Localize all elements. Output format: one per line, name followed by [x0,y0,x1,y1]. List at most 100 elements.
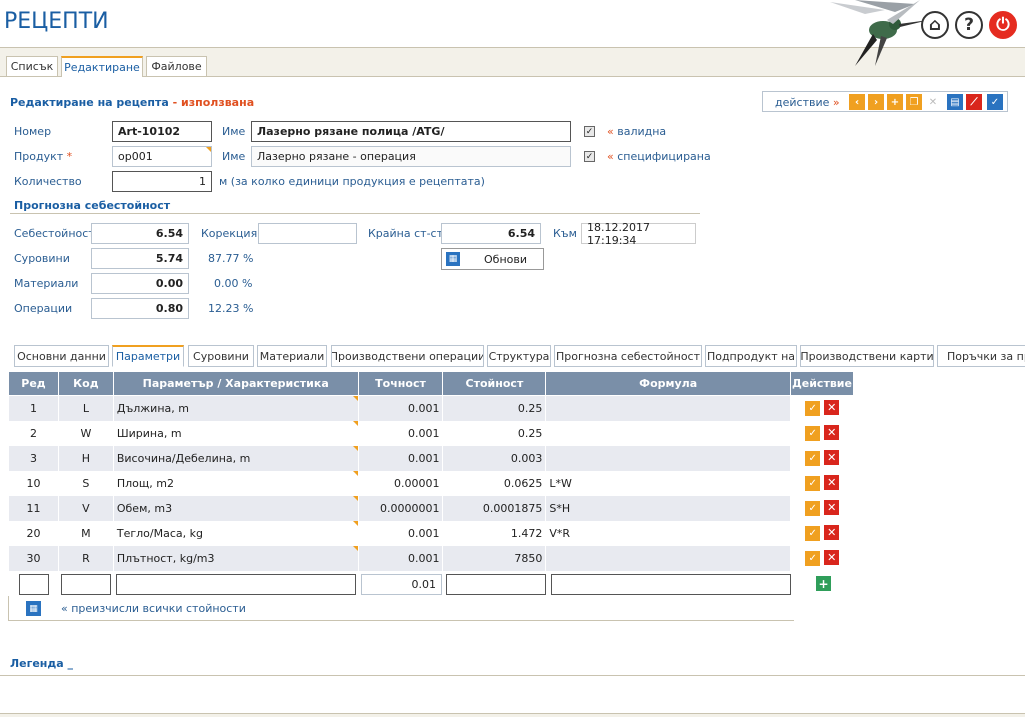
name-input[interactable]: Лазерно рязане полица /ATG/ [251,121,571,142]
delete-row-button[interactable]: ✕ [824,500,840,515]
col-row: Ред [8,371,59,396]
tab-operations[interactable]: Производствени операции [331,345,484,367]
copy-icon: ❐ [909,96,919,108]
row-value: 0.0001875 [442,495,546,521]
tab-subproduct-of[interactable]: Подпродукт на [705,345,797,367]
new-row-input[interactable] [19,574,49,595]
tab-structure[interactable]: Структура [487,345,551,367]
new-value-input[interactable] [446,574,546,595]
delete-row-button[interactable]: ✕ [824,450,840,465]
tab-files[interactable]: Файлове [146,56,207,77]
delete-row-button[interactable]: ✕ [824,550,840,565]
tab-parameters[interactable]: Параметри [112,345,184,367]
new-formula-input[interactable] [551,574,791,595]
row-number[interactable]: 10 [8,470,59,496]
tab-basic-data[interactable]: Основни данни [14,345,109,367]
correction-input[interactable] [258,223,357,244]
row-number[interactable]: 2 [8,420,59,446]
qty-unit: м (за колко единици продукция е рецептат… [219,175,485,188]
row-param[interactable]: Дължина, m [112,395,359,421]
tab-raw-materials[interactable]: Суровини [188,345,254,367]
row-param[interactable]: Височина/Дебелина, m [112,445,359,471]
edit-row-button[interactable]: ✓ [805,401,821,417]
new-code-input[interactable] [61,574,111,595]
operations-pct: 12.23 % [208,302,254,315]
row-param[interactable]: Ширина, m [112,420,359,446]
col-param: Параметър / Характеристика [112,371,359,396]
specified-checkbox[interactable]: ✓ [584,151,595,162]
edit-row-button[interactable]: ✓ [805,476,821,491]
legend-divider [0,675,1025,676]
row-number[interactable]: 20 [8,520,59,546]
delete-row-button[interactable]: ✕ [824,475,840,490]
next-button[interactable]: › [868,94,884,110]
materials-pct: 0.00 % [214,277,253,290]
row-param[interactable]: Плътност, kg/m3 [112,545,359,571]
row-param[interactable]: Площ, m2 [112,470,359,496]
tab-forecast-cost[interactable]: Прогнозна себестойност [554,345,702,367]
row-param[interactable]: Тегло/Маса, kg [112,520,359,546]
home-button[interactable]: ⌂ [921,11,949,39]
row-precision: 0.001 [357,520,443,546]
row-number[interactable]: 30 [8,545,59,571]
name2-label: Име [222,150,246,163]
delete-button[interactable]: ✕ [925,94,941,110]
product-select[interactable]: op001 [112,146,212,167]
row-precision: 0.001 [357,545,443,571]
copy-button[interactable]: ❐ [906,94,922,110]
legend-label[interactable]: Легенда _ [10,657,73,670]
edit-dash: - [168,96,181,109]
table-row: 2 W Ширина, m 0.001 0.25 ✓ ✕ [8,420,854,446]
refresh-button[interactable]: ▦ Обнови [441,248,544,270]
row-formula [545,545,791,571]
tab-list[interactable]: Списък [6,56,58,77]
tab-orders[interactable]: Поръчки за про [937,345,1025,367]
print-button[interactable]: ▤ [947,94,963,110]
operations-value: 0.80 [91,298,189,319]
number-input[interactable]: Art-10102 [112,121,212,142]
prev-button[interactable]: ‹ [849,94,865,110]
raw-value: 5.74 [91,248,189,269]
recalc-button[interactable]: ▦ [26,601,41,616]
tab-production-cards[interactable]: Производствени карти [800,345,934,367]
edit-row-button[interactable]: ✓ [805,526,821,541]
tab-edit[interactable]: Редактиране [61,56,143,78]
col-precision: Точност [357,371,444,396]
delete-row-button[interactable]: ✕ [824,425,840,440]
action-dropdown[interactable]: действие » [775,96,840,109]
power-icon: ⏻ [996,15,1010,35]
qty-input[interactable]: 1 [112,171,212,192]
edit-row-button[interactable]: ✓ [805,451,821,466]
tab-materials[interactable]: Материали [257,345,327,367]
edit-row-button[interactable]: ✓ [805,551,821,566]
delete-row-button[interactable]: ✕ [824,525,840,540]
col-code: Код [57,371,114,396]
recalc-link[interactable]: « преизчисли всички стойности [61,602,246,615]
calculator-icon: ▦ [29,603,38,614]
delete-row-button[interactable]: ✕ [824,400,840,416]
save-button[interactable]: ✓ [987,94,1003,110]
add-button[interactable]: + [887,94,903,110]
row-param[interactable]: Обем, m3 [112,495,359,521]
operations-label: Операции [14,302,73,315]
row-precision: 0.001 [357,445,443,471]
logout-button[interactable]: ⏻ [989,11,1017,39]
row-number[interactable]: 3 [8,445,59,471]
raw-label: Суровини [14,252,70,265]
new-precision-input[interactable]: 0.01 [361,574,442,595]
specified-label: « специфицирана [607,150,711,163]
edit-row-button[interactable]: ✓ [805,501,821,516]
row-code: W [57,420,114,446]
edit-row-button[interactable]: ✓ [805,426,821,441]
edit-heading: Редактиране на рецепта - използвана [10,96,254,109]
row-code: V [57,495,114,521]
row-value: 0.25 [442,420,546,446]
row-number[interactable]: 1 [8,395,59,421]
row-number[interactable]: 11 [8,495,59,521]
valid-checkbox[interactable]: ✓ [584,126,595,137]
help-button[interactable]: ? [955,11,983,39]
add-row-button[interactable]: + [816,576,831,591]
new-param-input[interactable] [116,574,356,595]
cancel-button[interactable]: ⟋ [966,94,982,110]
parameters-table: Ред Код Параметър / Характеристика Точно… [8,371,855,596]
